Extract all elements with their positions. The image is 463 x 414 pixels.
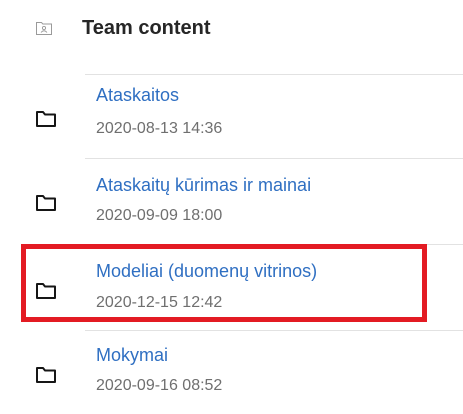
folder-modified-date: 2020-09-16 08:52 [96,377,223,394]
folder-modified-date: 2020-08-13 14:36 [96,120,223,137]
folder-name-link[interactable]: Ataskaitų kūrimas ir mainai [96,174,311,196]
folder-name-link[interactable]: Modeliai (duomenų vitrinos) [96,260,317,282]
team-content-header: Team content [0,0,463,68]
folder-icon [36,195,56,211]
divider [85,158,463,159]
folder-icon [36,367,56,383]
divider [85,330,463,331]
folder-icon [36,111,56,127]
page-title: Team content [82,17,211,39]
folder-name-link[interactable]: Mokymai [96,344,168,366]
folder-modified-date: 2020-12-15 12:42 [96,294,223,311]
folder-row[interactable]: Ataskaitų kūrimas ir mainai 2020-09-09 1… [0,160,463,242]
divider [85,74,463,75]
folder-modified-date: 2020-09-09 18:00 [96,207,223,224]
folder-row[interactable]: Modeliai (duomenų vitrinos) 2020-12-15 1… [0,244,463,326]
folder-name-link[interactable]: Ataskaitos [96,84,179,106]
folder-row[interactable]: Ataskaitos 2020-08-13 14:36 [0,78,463,160]
folder-row[interactable]: Mokymai 2020-09-16 08:52 [0,332,463,414]
folder-icon [36,283,56,299]
team-folder-icon [36,22,52,35]
